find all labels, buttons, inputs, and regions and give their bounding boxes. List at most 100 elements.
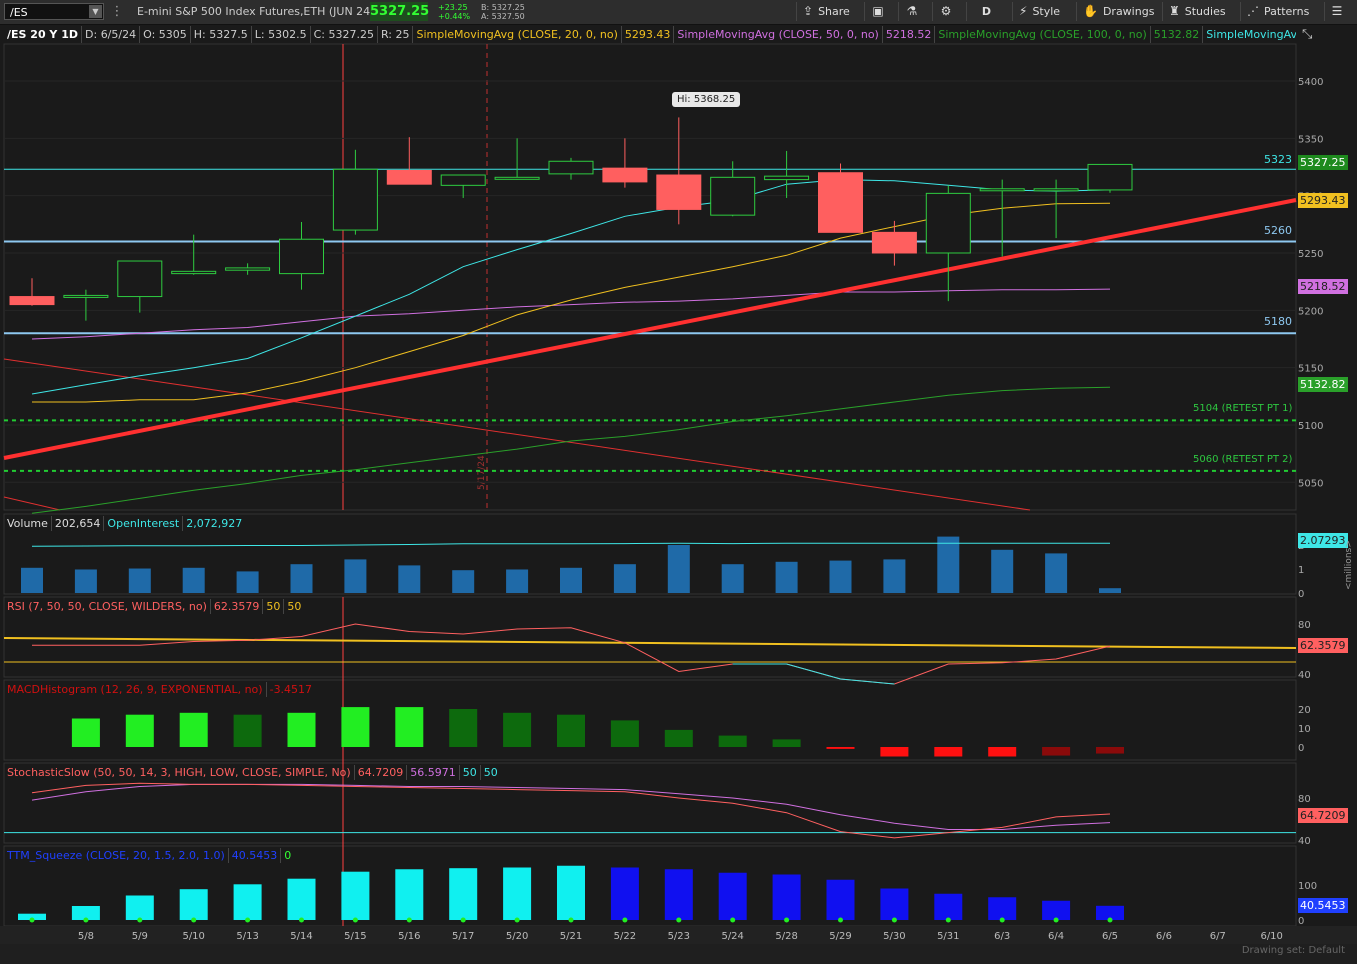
candle-body[interactable] — [764, 175, 810, 181]
stoch-label[interactable]: StochasticSlow (50, 50, 14, 3, HIGH, LOW… — [4, 765, 355, 780]
candle-body[interactable] — [9, 296, 55, 306]
volume-bar[interactable] — [74, 569, 97, 593]
candle-body[interactable] — [1087, 163, 1133, 191]
candle-body[interactable] — [279, 238, 324, 275]
volume-bar[interactable] — [290, 564, 313, 593]
ttm-bar[interactable] — [718, 872, 747, 920]
ttm-bar[interactable] — [664, 869, 693, 920]
macd-bar[interactable] — [772, 739, 801, 747]
ttm-bar[interactable] — [880, 888, 909, 921]
volume-bar[interactable] — [937, 536, 960, 593]
macd-bar[interactable] — [449, 709, 478, 747]
candle-body[interactable] — [332, 168, 378, 231]
ttm-bar[interactable] — [287, 878, 316, 920]
volume-label[interactable]: Volume — [4, 516, 52, 531]
candle-body[interactable] — [386, 169, 432, 185]
volume-bar[interactable] — [1099, 588, 1121, 593]
ttm-bar[interactable] — [1042, 900, 1071, 920]
macd-bar[interactable] — [233, 714, 262, 747]
candle-body[interactable] — [63, 294, 109, 298]
macd-bar[interactable] — [1042, 747, 1071, 756]
ttm-dot — [730, 917, 736, 923]
volume-bar[interactable] — [721, 564, 744, 593]
rsi-legend: RSI (7, 50, 50, CLOSE, WILDERS, no) 62.35… — [4, 599, 304, 614]
candle-body[interactable] — [871, 231, 917, 254]
macd-bar[interactable] — [718, 735, 747, 747]
ttm-bar[interactable] — [772, 874, 801, 921]
ttm-bar[interactable] — [610, 867, 639, 921]
chart-canvas[interactable]: 5/17/24 54005350530052505200515051005050… — [0, 0, 1357, 944]
ttm-bar[interactable] — [125, 895, 154, 921]
ttm-value: 40.5453 — [229, 848, 282, 863]
volume-bar[interactable] — [829, 560, 852, 593]
volume-bar[interactable] — [667, 545, 690, 593]
volume-bar[interactable] — [991, 549, 1014, 593]
macd-bar[interactable] — [287, 712, 316, 747]
rsi-label[interactable]: RSI (7, 50, 50, CLOSE, WILDERS, no) — [4, 599, 211, 614]
macd-value: -3.4517 — [269, 683, 313, 696]
macd-bar[interactable] — [826, 747, 855, 749]
volume-bar[interactable] — [506, 569, 529, 593]
macd-bar[interactable] — [664, 729, 693, 747]
candle-body[interactable] — [440, 174, 486, 186]
ttm-bar[interactable] — [988, 897, 1017, 920]
ttm-bar[interactable] — [503, 867, 532, 921]
ttm-dot — [137, 917, 143, 923]
volume-bar[interactable] — [1045, 553, 1068, 593]
macd-bar[interactable] — [1096, 747, 1124, 754]
macd-bar[interactable] — [880, 747, 909, 757]
oi-label[interactable]: OpenInterest — [104, 516, 184, 531]
volume-bar[interactable] — [344, 559, 367, 593]
macd-bar[interactable] — [557, 714, 585, 747]
volume-bar[interactable] — [236, 571, 259, 593]
macd-bar[interactable] — [610, 720, 639, 747]
volume-bar[interactable] — [182, 567, 205, 593]
candle-body[interactable] — [548, 160, 594, 175]
ttm-dot — [945, 917, 951, 923]
macd-bar[interactable] — [125, 714, 154, 747]
ttm-bar[interactable] — [233, 884, 262, 920]
ttm-bar[interactable] — [341, 871, 370, 920]
candle-body[interactable] — [171, 270, 217, 275]
candle-body[interactable] — [656, 174, 702, 210]
candle-body[interactable] — [925, 192, 971, 254]
ttm-label[interactable]: TTM_Squeeze (CLOSE, 20, 1.5, 2.0, 1.0) — [4, 848, 229, 863]
candle-body[interactable] — [494, 176, 540, 180]
date-tick-label: 5/22 — [614, 931, 636, 942]
drawing-set-label[interactable]: Drawing set: Default — [1242, 945, 1345, 956]
macd-bar[interactable] — [934, 747, 963, 757]
ttm-bar[interactable] — [449, 868, 478, 920]
volume-bar[interactable] — [128, 568, 151, 593]
macd-bar[interactable] — [988, 747, 1017, 757]
candle-body[interactable] — [710, 176, 756, 216]
ttm-bar[interactable] — [557, 865, 585, 920]
volume-bar[interactable] — [452, 570, 475, 593]
volume-bar[interactable] — [775, 561, 798, 593]
price-pane[interactable] — [3, 43, 1297, 511]
ttm-bar[interactable] — [179, 889, 208, 920]
candle-body[interactable] — [117, 260, 163, 298]
candle-body[interactable] — [225, 267, 271, 271]
macd-label[interactable]: MACDHistogram (12, 26, 9, EXPONENTIAL, n… — [4, 682, 267, 697]
date-tick-label: 6/5 — [1102, 931, 1118, 942]
ttm-bar[interactable] — [934, 893, 963, 920]
candle-body[interactable] — [1033, 188, 1079, 192]
dashed-marker-label: 5/17/24 — [477, 455, 487, 490]
volume-bar[interactable] — [21, 567, 43, 593]
ttm-dot — [191, 917, 197, 923]
macd-bar[interactable] — [395, 707, 424, 747]
macd-bar[interactable] — [71, 718, 100, 748]
candle-body[interactable] — [979, 188, 1025, 192]
volume-bar[interactable] — [560, 567, 582, 593]
candle-body[interactable] — [818, 172, 863, 233]
volume-bar[interactable] — [398, 565, 421, 593]
volume-bar[interactable] — [883, 559, 906, 593]
ttm-bar[interactable] — [395, 869, 424, 920]
candle-body[interactable] — [602, 167, 648, 183]
macd-bar[interactable] — [179, 712, 208, 747]
volume-bar[interactable] — [613, 564, 636, 593]
ttm-bar[interactable] — [826, 879, 855, 920]
date-tick-label: 6/6 — [1156, 931, 1172, 942]
macd-bar[interactable] — [341, 707, 370, 747]
macd-bar[interactable] — [503, 712, 532, 747]
